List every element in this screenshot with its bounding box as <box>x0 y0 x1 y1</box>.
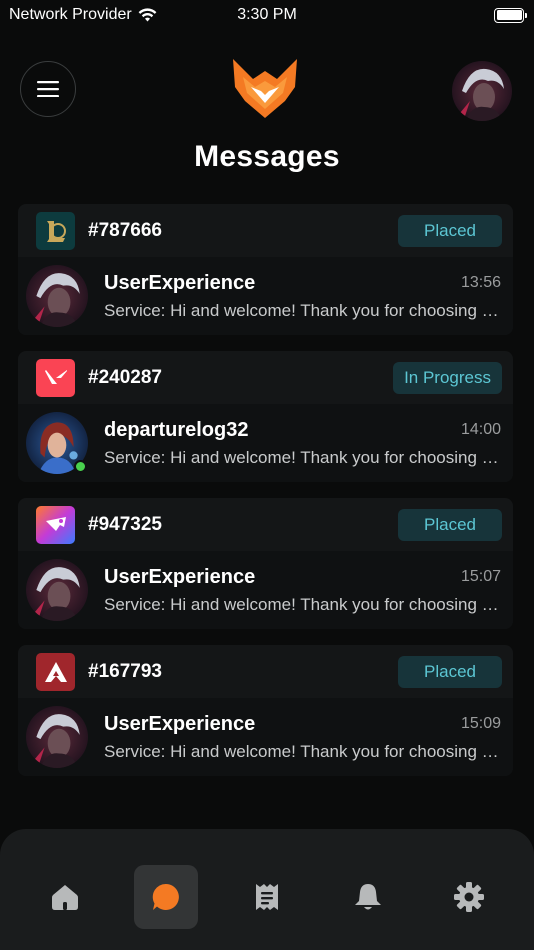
message-content: departurelog32 14:00 Service: Hi and wel… <box>104 419 501 468</box>
avatar <box>26 559 88 621</box>
message-preview[interactable]: UserExperience 15:07 Service: Hi and wel… <box>18 551 513 629</box>
order-card[interactable]: #240287 In Progress departurelog32 14:00… <box>18 351 513 482</box>
order-card-header: #240287 In Progress <box>18 351 513 404</box>
message-avatar-wrap <box>26 706 88 768</box>
battery-icon <box>494 7 527 23</box>
online-indicator <box>74 460 87 473</box>
order-card[interactable]: #947325 Placed UserExperience 15:07 Serv… <box>18 498 513 629</box>
message-time: 14:00 <box>460 421 501 438</box>
sender-name: UserExperience <box>104 712 256 735</box>
league-of-legends-icon <box>36 211 75 250</box>
status-bar: Network Provider 3:30 PM <box>0 0 534 30</box>
sender-name: UserExperience <box>104 565 256 588</box>
message-avatar-wrap <box>26 412 88 474</box>
bell-icon <box>355 884 382 910</box>
message-avatar-wrap <box>26 559 88 621</box>
status-time: 3:30 PM <box>237 6 297 23</box>
order-message-list: #787666 Placed UserExperience 13:56 Serv… <box>18 204 513 792</box>
nav-notifications[interactable] <box>336 865 400 929</box>
valorant-icon <box>36 358 75 397</box>
gear-icon <box>454 882 485 912</box>
rocket-league-icon <box>36 505 75 544</box>
avatar <box>26 706 88 768</box>
message-time: 15:07 <box>460 568 501 585</box>
sender-name: UserExperience <box>104 271 256 294</box>
app-logo-icon <box>233 59 297 118</box>
order-card-header: #947325 Placed <box>18 498 513 551</box>
status-badge: In Progress <box>393 361 502 394</box>
message-content: UserExperience 15:07 Service: Hi and wel… <box>104 566 501 615</box>
order-id: #167793 <box>88 660 162 682</box>
nav-settings[interactable] <box>437 865 501 929</box>
chat-icon <box>152 883 179 910</box>
home-icon <box>51 885 78 910</box>
message-text: Service: Hi and welcome! Thank you for c… <box>104 741 501 761</box>
order-card[interactable]: #787666 Placed UserExperience 13:56 Serv… <box>18 204 513 335</box>
status-badge: Placed <box>398 508 502 541</box>
order-id: #240287 <box>88 366 162 388</box>
order-card-header: #167793 Placed <box>18 645 513 698</box>
message-avatar-wrap <box>26 265 88 327</box>
status-badge: Placed <box>398 655 502 688</box>
order-id: #787666 <box>88 219 162 241</box>
nav-orders[interactable] <box>235 865 299 929</box>
status-badge: Placed <box>398 214 502 247</box>
menu-button[interactable] <box>20 61 76 117</box>
hamburger-icon <box>37 81 59 97</box>
avatar-image <box>452 61 512 121</box>
message-preview[interactable]: departurelog32 14:00 Service: Hi and wel… <box>18 404 513 482</box>
bottom-nav <box>0 829 534 950</box>
profile-avatar[interactable] <box>452 61 512 121</box>
message-text: Service: Hi and welcome! Thank you for c… <box>104 300 501 320</box>
message-preview[interactable]: UserExperience 13:56 Service: Hi and wel… <box>18 257 513 335</box>
order-id: #947325 <box>88 513 162 535</box>
message-text: Service: Hi and welcome! Thank you for c… <box>104 594 501 614</box>
message-text: Service: Hi and welcome! Thank you for c… <box>104 447 501 467</box>
message-time: 13:56 <box>460 274 501 291</box>
apex-legends-icon <box>36 652 75 691</box>
message-content: UserExperience 13:56 Service: Hi and wel… <box>104 272 501 321</box>
page-title: Messages <box>194 140 340 173</box>
message-preview[interactable]: UserExperience 15:09 Service: Hi and wel… <box>18 698 513 776</box>
order-card[interactable]: #167793 Placed UserExperience 15:09 Serv… <box>18 645 513 776</box>
avatar <box>26 265 88 327</box>
nav-home[interactable] <box>33 865 97 929</box>
sender-name: departurelog32 <box>104 418 249 441</box>
message-content: UserExperience 15:09 Service: Hi and wel… <box>104 713 501 762</box>
nav-messages[interactable] <box>133 865 198 929</box>
message-time: 15:09 <box>460 715 501 732</box>
order-card-header: #787666 Placed <box>18 204 513 257</box>
orders-icon <box>255 884 278 910</box>
